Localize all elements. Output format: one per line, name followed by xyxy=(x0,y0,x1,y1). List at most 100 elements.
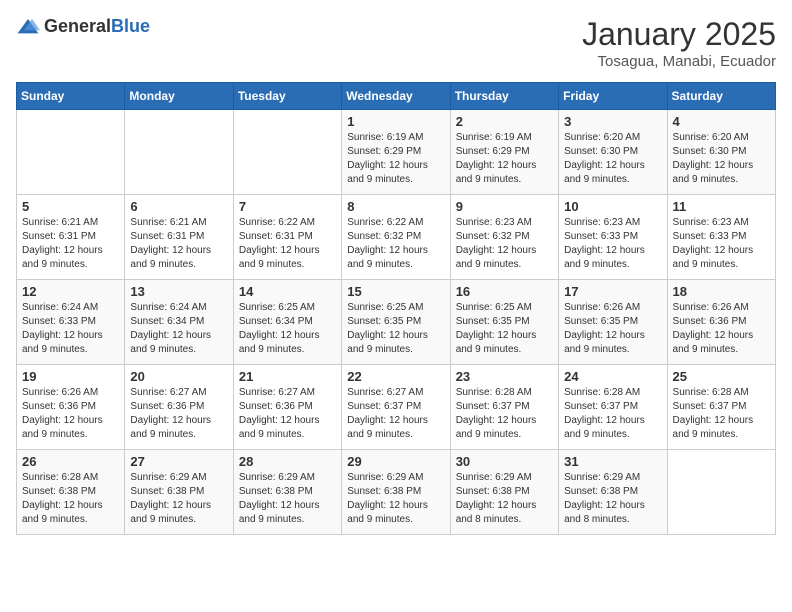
day-number: 28 xyxy=(239,454,336,469)
day-number: 31 xyxy=(564,454,661,469)
header-sunday: Sunday xyxy=(17,83,125,110)
day-info: Sunrise: 6:29 AM Sunset: 6:38 PM Dayligh… xyxy=(130,471,227,527)
day-number: 10 xyxy=(564,199,661,214)
calendar-cell: 20 Sunrise: 6:27 AM Sunset: 6:36 PM Dayli… xyxy=(125,365,233,450)
day-number: 8 xyxy=(347,199,444,214)
calendar-cell: 31 Sunrise: 6:29 AM Sunset: 6:38 PM Dayli… xyxy=(559,450,667,535)
calendar-cell: 23Sunrise: 6:28 AM Sunset: 6:37 PM Dayli… xyxy=(450,365,558,450)
logo-blue: Blue xyxy=(111,16,150,36)
day-number: 26 xyxy=(22,454,119,469)
calendar-cell: 5Sunrise: 6:21 AM Sunset: 6:31 PM Daylig… xyxy=(17,195,125,280)
day-info: Sunrise: 6:28 AM Sunset: 6:37 PM Dayligh… xyxy=(673,386,770,442)
day-info: Sunrise: 6:21 AM Sunset: 6:31 PM Dayligh… xyxy=(130,216,227,272)
header-wednesday: Wednesday xyxy=(342,83,450,110)
day-info: Sunrise: 6:26 AM Sunset: 6:36 PM Dayligh… xyxy=(673,301,770,357)
calendar-cell: 30 Sunrise: 6:29 AM Sunset: 6:38 PM Dayli… xyxy=(450,450,558,535)
day-number: 22 xyxy=(347,369,444,384)
calendar-cell: 4 Sunrise: 6:20 AM Sunset: 6:30 PM Daylig… xyxy=(667,110,775,195)
header-friday: Friday xyxy=(559,83,667,110)
calendar-cell: 12 Sunrise: 6:24 AM Sunset: 6:33 PM Dayli… xyxy=(17,280,125,365)
calendar-cell: 26 Sunrise: 6:28 AM Sunset: 6:38 PM Dayli… xyxy=(17,450,125,535)
logo: GeneralBlue xyxy=(16,16,150,37)
calendar-cell: 16Sunrise: 6:25 AM Sunset: 6:35 PM Dayli… xyxy=(450,280,558,365)
calendar-cell xyxy=(233,110,341,195)
day-info: Sunrise: 6:28 AM Sunset: 6:37 PM Dayligh… xyxy=(564,386,661,442)
location-subtitle: Tosagua, Manabi, Ecuador xyxy=(582,53,776,70)
header-tuesday: Tuesday xyxy=(233,83,341,110)
calendar-week-4: 19 Sunrise: 6:26 AM Sunset: 6:36 PM Dayli… xyxy=(17,365,776,450)
day-number: 17 xyxy=(564,284,661,299)
day-number: 14 xyxy=(239,284,336,299)
calendar-header-row: SundayMondayTuesdayWednesdayThursdayFrid… xyxy=(17,83,776,110)
day-info: Sunrise: 6:23 AM Sunset: 6:33 PM Dayligh… xyxy=(564,216,661,272)
day-number: 25 xyxy=(673,369,770,384)
day-number: 2 xyxy=(456,114,553,129)
day-info: Sunrise: 6:28 AM Sunset: 6:37 PM Dayligh… xyxy=(456,386,553,442)
calendar-cell: 8 Sunrise: 6:22 AM Sunset: 6:32 PM Daylig… xyxy=(342,195,450,280)
calendar-week-1: 1 Sunrise: 6:19 AM Sunset: 6:29 PM Daylig… xyxy=(17,110,776,195)
calendar-week-3: 12 Sunrise: 6:24 AM Sunset: 6:33 PM Dayli… xyxy=(17,280,776,365)
calendar-cell: 21 Sunrise: 6:27 AM Sunset: 6:36 PM Dayli… xyxy=(233,365,341,450)
day-number: 1 xyxy=(347,114,444,129)
day-info: Sunrise: 6:29 AM Sunset: 6:38 PM Dayligh… xyxy=(564,471,661,527)
day-info: Sunrise: 6:26 AM Sunset: 6:36 PM Dayligh… xyxy=(22,386,119,442)
calendar-cell xyxy=(667,450,775,535)
day-number: 21 xyxy=(239,369,336,384)
day-info: Sunrise: 6:19 AM Sunset: 6:29 PM Dayligh… xyxy=(456,131,553,187)
header-saturday: Saturday xyxy=(667,83,775,110)
day-number: 24 xyxy=(564,369,661,384)
calendar-cell: 6 Sunrise: 6:21 AM Sunset: 6:31 PM Daylig… xyxy=(125,195,233,280)
day-number: 5 xyxy=(22,199,119,214)
calendar-cell: 7 Sunrise: 6:22 AM Sunset: 6:31 PM Daylig… xyxy=(233,195,341,280)
calendar-cell: 2 Sunrise: 6:19 AM Sunset: 6:29 PM Daylig… xyxy=(450,110,558,195)
day-number: 12 xyxy=(22,284,119,299)
calendar-cell: 10 Sunrise: 6:23 AM Sunset: 6:33 PM Dayli… xyxy=(559,195,667,280)
day-info: Sunrise: 6:25 AM Sunset: 6:34 PM Dayligh… xyxy=(239,301,336,357)
calendar-cell: 1 Sunrise: 6:19 AM Sunset: 6:29 PM Daylig… xyxy=(342,110,450,195)
calendar-cell: 13 Sunrise: 6:24 AM Sunset: 6:34 PM Dayli… xyxy=(125,280,233,365)
day-info: Sunrise: 6:25 AM Sunset: 6:35 PM Dayligh… xyxy=(456,301,553,357)
day-number: 19 xyxy=(22,369,119,384)
calendar-cell xyxy=(17,110,125,195)
day-info: Sunrise: 6:24 AM Sunset: 6:33 PM Dayligh… xyxy=(22,301,119,357)
calendar-cell xyxy=(125,110,233,195)
day-info: Sunrise: 6:27 AM Sunset: 6:36 PM Dayligh… xyxy=(130,386,227,442)
calendar-cell: 24 Sunrise: 6:28 AM Sunset: 6:37 PM Dayli… xyxy=(559,365,667,450)
calendar-cell: 19 Sunrise: 6:26 AM Sunset: 6:36 PM Dayli… xyxy=(17,365,125,450)
day-info: Sunrise: 6:26 AM Sunset: 6:35 PM Dayligh… xyxy=(564,301,661,357)
calendar-cell: 9Sunrise: 6:23 AM Sunset: 6:32 PM Daylig… xyxy=(450,195,558,280)
page-header: GeneralBlue January 2025 Tosagua, Manabi… xyxy=(16,16,776,70)
day-number: 6 xyxy=(130,199,227,214)
calendar-cell: 15Sunrise: 6:25 AM Sunset: 6:35 PM Dayli… xyxy=(342,280,450,365)
logo-general: General xyxy=(44,16,111,36)
calendar-cell: 17 Sunrise: 6:26 AM Sunset: 6:35 PM Dayli… xyxy=(559,280,667,365)
calendar-cell: 18 Sunrise: 6:26 AM Sunset: 6:36 PM Dayli… xyxy=(667,280,775,365)
day-info: Sunrise: 6:27 AM Sunset: 6:37 PM Dayligh… xyxy=(347,386,444,442)
month-title: January 2025 xyxy=(582,16,776,53)
day-number: 7 xyxy=(239,199,336,214)
day-number: 4 xyxy=(673,114,770,129)
calendar-cell: 11Sunrise: 6:23 AM Sunset: 6:33 PM Dayli… xyxy=(667,195,775,280)
day-number: 20 xyxy=(130,369,227,384)
title-block: January 2025 Tosagua, Manabi, Ecuador xyxy=(582,16,776,70)
day-number: 30 xyxy=(456,454,553,469)
day-info: Sunrise: 6:22 AM Sunset: 6:31 PM Dayligh… xyxy=(239,216,336,272)
calendar-week-5: 26 Sunrise: 6:28 AM Sunset: 6:38 PM Dayli… xyxy=(17,450,776,535)
day-info: Sunrise: 6:27 AM Sunset: 6:36 PM Dayligh… xyxy=(239,386,336,442)
day-info: Sunrise: 6:23 AM Sunset: 6:33 PM Dayligh… xyxy=(673,216,770,272)
calendar-cell: 29Sunrise: 6:29 AM Sunset: 6:38 PM Dayli… xyxy=(342,450,450,535)
header-thursday: Thursday xyxy=(450,83,558,110)
calendar-cell: 22 Sunrise: 6:27 AM Sunset: 6:37 PM Dayli… xyxy=(342,365,450,450)
day-info: Sunrise: 6:24 AM Sunset: 6:34 PM Dayligh… xyxy=(130,301,227,357)
day-info: Sunrise: 6:29 AM Sunset: 6:38 PM Dayligh… xyxy=(239,471,336,527)
day-info: Sunrise: 6:22 AM Sunset: 6:32 PM Dayligh… xyxy=(347,216,444,272)
day-info: Sunrise: 6:28 AM Sunset: 6:38 PM Dayligh… xyxy=(22,471,119,527)
calendar-cell: 25 Sunrise: 6:28 AM Sunset: 6:37 PM Dayli… xyxy=(667,365,775,450)
day-info: Sunrise: 6:23 AM Sunset: 6:32 PM Dayligh… xyxy=(456,216,553,272)
day-info: Sunrise: 6:29 AM Sunset: 6:38 PM Dayligh… xyxy=(347,471,444,527)
day-info: Sunrise: 6:19 AM Sunset: 6:29 PM Dayligh… xyxy=(347,131,444,187)
day-info: Sunrise: 6:20 AM Sunset: 6:30 PM Dayligh… xyxy=(673,131,770,187)
day-number: 13 xyxy=(130,284,227,299)
day-number: 18 xyxy=(673,284,770,299)
day-info: Sunrise: 6:29 AM Sunset: 6:38 PM Dayligh… xyxy=(456,471,553,527)
